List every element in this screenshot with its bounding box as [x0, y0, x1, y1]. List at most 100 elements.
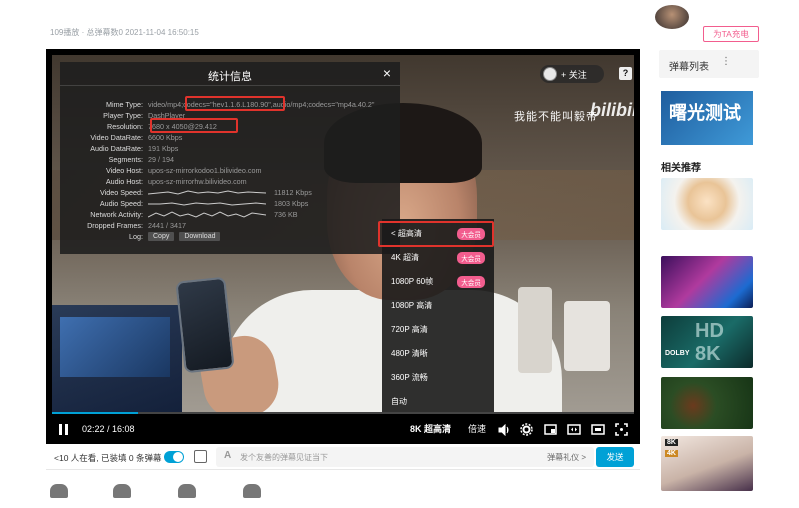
- video-camera: [564, 301, 610, 371]
- danmaku-etiquette-link[interactable]: 弹幕礼仪 >: [547, 452, 586, 463]
- speed-button[interactable]: 倍速: [468, 422, 486, 436]
- danmaku-placeholder: 发个友善的弹幕见证当下: [240, 453, 328, 462]
- quality-highlight: [378, 221, 494, 247]
- stats-value: 11812 Kbps: [274, 188, 312, 197]
- stats-label: Video Host:: [105, 166, 143, 175]
- stats-panel: 统计信息 × Mime Type: video/mp4;codecs="hev1…: [60, 62, 400, 254]
- stats-row-video-speed: Video Speed: 11812 Kbps: [60, 187, 312, 198]
- danmaku-input[interactable]: A 发个友善的弹幕见证当下 弹幕礼仪 >: [216, 447, 594, 467]
- quality-menu: < 超高清 大会员 4K 超清 大会员 1080P 60帧 大会员 1080P …: [378, 219, 494, 412]
- progress-bar[interactable]: [52, 412, 634, 414]
- bilibili-logo: bilibili: [590, 100, 634, 120]
- related-title: 相关推荐: [661, 163, 701, 174]
- quality-option-360p[interactable]: 360P 流畅: [382, 367, 494, 387]
- danmaku-send-bar: <10 人在看, 已装填 0 条弹幕 A 发个友善的弹幕见证当下 弹幕礼仪 > …: [46, 444, 640, 470]
- stats-label: Dropped Frames:: [87, 221, 143, 230]
- quality-option-4k[interactable]: 4K 超清 大会员: [382, 247, 494, 267]
- stats-row-audio-host: Audio Host: upos-sz-mirrorhw.bilivideo.c…: [60, 176, 247, 187]
- danmaku-list-header[interactable]: 弹幕列表 ⋮: [659, 50, 759, 78]
- video-phone: [175, 276, 235, 374]
- video-shelf-object: [518, 287, 552, 373]
- charge-button[interactable]: 为TA充电: [703, 26, 759, 42]
- vip-badge: 大会员: [457, 276, 485, 288]
- stats-row-video-host: Video Host: upos-sz-mirrorkodoo1.bilivid…: [60, 165, 261, 176]
- stats-value: 2441 / 3417: [148, 221, 186, 230]
- stats-row-audio-datarate: Audio DataRate: 191 Kbps: [60, 143, 178, 154]
- stats-label: Player Type:: [103, 111, 143, 120]
- stats-label: Video Speed:: [99, 188, 143, 197]
- stats-label: Video DataRate:: [90, 133, 143, 142]
- thumb-text: HD 8K: [695, 320, 724, 365]
- send-button[interactable]: 发送: [596, 447, 634, 467]
- video-meta: 109播放 · 总弹幕数0 2021-11-04 16:50:15: [50, 28, 199, 37]
- quality-option-label: 480P 清晰: [391, 348, 428, 358]
- settings-icon[interactable]: [520, 423, 533, 436]
- video-laptop-screen: [60, 317, 170, 377]
- codec-highlight: [185, 96, 285, 111]
- coin-icon[interactable]: [113, 484, 131, 498]
- quality-option-label: 4K 超清: [391, 252, 420, 262]
- download-log-button[interactable]: Download: [179, 232, 221, 241]
- video-laptop: [52, 305, 182, 412]
- video-frame[interactable]: 我能不能叫毅帝 bilibili + 关注 ? 统计信息 × Mime Type…: [52, 55, 634, 412]
- uploader-avatar[interactable]: [655, 5, 689, 29]
- more-icon[interactable]: ⋮: [721, 56, 731, 67]
- help-icon[interactable]: ?: [619, 67, 632, 80]
- stats-row-network: Network Activity: 736 KB: [60, 209, 298, 220]
- ad-title: 曙光测试: [669, 103, 741, 124]
- quality-option-720p[interactable]: 720P 高清: [382, 319, 494, 339]
- stats-label: Segments:: [108, 155, 143, 164]
- follow-button[interactable]: + 关注: [540, 65, 604, 83]
- stats-row-log: Log: Copy Download: [60, 231, 225, 242]
- close-icon[interactable]: ×: [383, 66, 391, 80]
- stats-title: 统计信息: [208, 71, 252, 83]
- quality-option-auto[interactable]: 自动: [382, 391, 494, 411]
- danmaku-settings-icon[interactable]: [194, 450, 207, 463]
- web-fullscreen-icon[interactable]: [591, 423, 605, 436]
- stats-value: 736 KB: [274, 210, 298, 219]
- control-bar: 02:22 / 16:08 8K 超高清 倍速: [46, 419, 640, 441]
- pip-icon[interactable]: [544, 423, 558, 436]
- video-player[interactable]: 我能不能叫毅帝 bilibili + 关注 ? 统计信息 × Mime Type…: [46, 49, 640, 444]
- widescreen-icon[interactable]: [567, 423, 581, 436]
- stats-label: Audio Host:: [105, 177, 143, 186]
- video-speed-sparkline: [148, 190, 266, 195]
- stats-header: 统计信息 ×: [60, 62, 400, 86]
- volume-icon[interactable]: [498, 424, 510, 436]
- quality-button[interactable]: 8K 超高清: [410, 422, 451, 436]
- stats-label: Network Activity:: [90, 210, 143, 219]
- share-icon[interactable]: [243, 484, 261, 498]
- quality-option-480p[interactable]: 480P 清晰: [382, 343, 494, 363]
- font-style-icon[interactable]: A: [224, 450, 231, 461]
- fullscreen-icon[interactable]: [615, 423, 628, 436]
- ad-banner[interactable]: 曙光测试: [661, 91, 753, 145]
- pause-icon[interactable]: [59, 424, 68, 435]
- stats-value: upos-sz-mirrorkodoo1.bilivideo.com: [148, 166, 262, 175]
- quality-option-1080p[interactable]: 1080P 高清: [382, 295, 494, 315]
- related-video-thumb[interactable]: [661, 377, 753, 429]
- network-sparkline: [148, 211, 266, 218]
- stats-label: Mime Type:: [105, 100, 143, 109]
- related-video-thumb[interactable]: [661, 256, 753, 308]
- thumb-badge-4k: 4K: [665, 450, 678, 457]
- related-video-thumb[interactable]: 8K 4K: [661, 436, 753, 491]
- up-avatar-icon: [543, 67, 557, 81]
- dolby-logo: DOLBY: [665, 350, 690, 357]
- quality-option-1080p60[interactable]: 1080P 60帧 大会员: [382, 271, 494, 291]
- resolution-highlight: [150, 118, 238, 133]
- like-icon[interactable]: [50, 484, 68, 498]
- stats-row-video-datarate: Video DataRate: 6600 Kbps: [60, 132, 182, 143]
- stats-label: Audio DataRate:: [90, 144, 143, 153]
- stats-label: Log:: [129, 232, 143, 241]
- quality-option-label: 360P 流畅: [391, 372, 428, 382]
- stats-value: 191 Kbps: [148, 144, 179, 153]
- stats-value: 29 / 194: [148, 155, 174, 164]
- copy-log-button[interactable]: Copy: [148, 232, 175, 241]
- thumb-badge-8k: 8K: [665, 439, 678, 446]
- quality-option-label: 自动: [391, 396, 407, 406]
- danmaku-toggle[interactable]: [164, 451, 184, 463]
- favorite-icon[interactable]: [178, 484, 196, 498]
- related-video-thumb[interactable]: HD 8K DOLBY: [661, 316, 753, 368]
- related-video-thumb[interactable]: [661, 178, 753, 230]
- stats-value: 1803 Kbps: [274, 199, 309, 208]
